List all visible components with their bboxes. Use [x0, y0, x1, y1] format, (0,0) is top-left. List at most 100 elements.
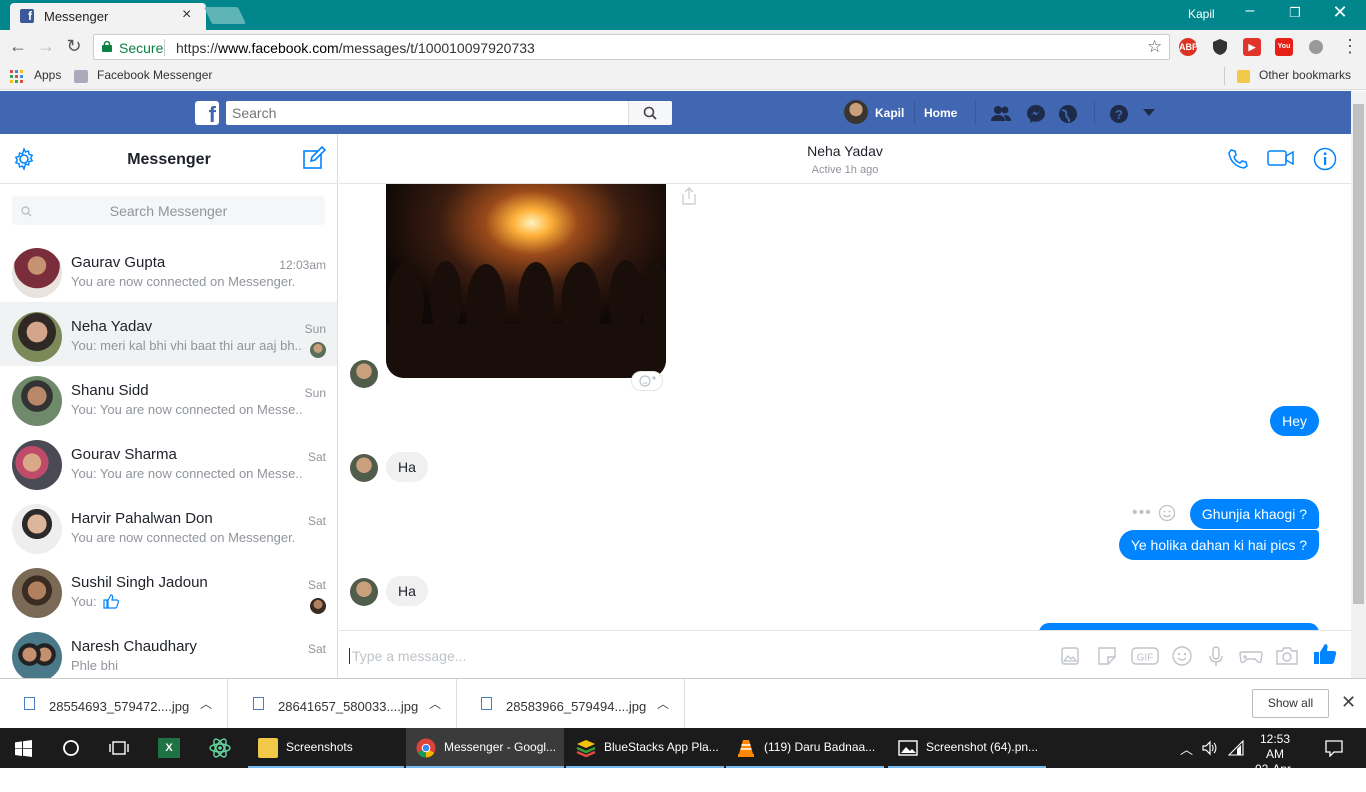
volume-icon[interactable]: [1202, 740, 1218, 756]
share-icon[interactable]: [680, 186, 698, 206]
bookmark-other[interactable]: Other bookmarks: [1259, 68, 1351, 82]
outgoing-message[interactable]: Hey: [1270, 406, 1319, 436]
add-photo-icon[interactable]: [1059, 645, 1081, 667]
conversation-info-icon[interactable]: [1313, 147, 1337, 171]
wifi-icon[interactable]: [1228, 740, 1244, 756]
friend-requests-icon[interactable]: [990, 103, 1012, 125]
message-snippet: You are now connected on Messenger.: [71, 530, 296, 545]
chrome-menu-icon[interactable]: ⋮: [1339, 36, 1361, 57]
page-scrollbar-thumb[interactable]: [1353, 104, 1364, 604]
close-downloads-bar-icon[interactable]: ✕: [1341, 692, 1356, 713]
minimize-window-icon[interactable]: –: [1230, 2, 1270, 20]
outgoing-message[interactable]: Ye holika dahan ki hai pics ?: [1118, 530, 1319, 560]
reload-icon[interactable]: ↻: [63, 36, 85, 57]
taskbar-app-photos[interactable]: Screenshot (64).pn...: [888, 728, 1046, 768]
outgoing-message[interactable]: Ghunjia khaogi ?: [1189, 499, 1319, 529]
games-controller-icon[interactable]: [1239, 645, 1263, 667]
outgoing-message-partial[interactable]: [1039, 623, 1319, 630]
message-time: 12:03am: [279, 258, 326, 272]
download-item[interactable]: 28583966_579494....jpg ︿: [457, 679, 685, 729]
taskbar-app-bluestacks[interactable]: BlueStacks App Pla...: [566, 728, 724, 768]
conversation-item[interactable]: Neha Yadav You: meri kal bhi vhi baat th…: [0, 302, 337, 366]
taskbar-app-screenshots[interactable]: Screenshots: [248, 728, 404, 768]
compose-new-message-icon[interactable]: [302, 146, 326, 170]
bookmark-apps[interactable]: Apps: [34, 68, 61, 82]
show-all-downloads-button[interactable]: Show all: [1252, 689, 1329, 718]
show-hidden-icons-chevron-icon[interactable]: ︿: [1180, 739, 1193, 758]
chat-header: Neha Yadav Active 1h ago: [339, 134, 1351, 184]
conversation-item[interactable]: Gourav Sharma You: You are now connected…: [0, 430, 337, 494]
conversation-item[interactable]: Gaurav Gupta You are now connected on Me…: [0, 238, 337, 302]
conversation-item[interactable]: Sushil Singh Jadoun You: Sat: [0, 558, 337, 622]
message-actions-more-icon[interactable]: •••: [1132, 504, 1152, 522]
system-clock[interactable]: 12:53 AM 02-Apr-18: [1252, 732, 1298, 792]
facebook-search-input[interactable]: [226, 101, 672, 125]
message-input[interactable]: Type a message...: [349, 648, 466, 664]
chat-contact-name[interactable]: Neha Yadav: [339, 143, 1351, 159]
notifications-globe-icon[interactable]: [1057, 103, 1079, 125]
apps-grid-icon: [10, 70, 23, 83]
bookmark-facebook-messenger[interactable]: Facebook Messenger: [97, 68, 212, 82]
account-dropdown-icon[interactable]: [1143, 109, 1155, 117]
restore-window-icon[interactable]: ❐: [1275, 5, 1315, 21]
taskbar-app-vlc[interactable]: (119) Daru Badnaa...: [726, 728, 884, 768]
help-icon[interactable]: ?: [1108, 103, 1130, 125]
incoming-message[interactable]: Ha: [386, 576, 428, 606]
shared-photo-holika-dahan[interactable]: [386, 184, 666, 378]
conversation-item[interactable]: Shanu Sidd You: You are now connected on…: [0, 366, 337, 430]
forward-arrow-icon[interactable]: →: [35, 36, 57, 57]
new-tab-button[interactable]: [204, 7, 246, 24]
adblock-plus-icon[interactable]: ABP: [1179, 38, 1198, 56]
task-view-icon[interactable]: [108, 739, 130, 757]
emoji-icon[interactable]: [1171, 645, 1193, 667]
chevron-up-icon[interactable]: ︿: [200, 695, 212, 712]
clock-date: 02-Apr-18: [1254, 762, 1295, 791]
home-link[interactable]: Home: [924, 106, 957, 120]
image-file-icon: [24, 697, 35, 710]
chevron-up-icon[interactable]: ︿: [429, 695, 441, 712]
conversation-list-panel: Messenger Search Messenger Gaurav Gupta …: [0, 134, 338, 678]
user-avatar: [844, 100, 868, 124]
facebook-search-button[interactable]: [628, 101, 672, 125]
download-item[interactable]: 28641657_580033....jpg ︿: [229, 679, 457, 729]
message-thread: Hey Ha ••• Ghunjia khaogi ? Ye holika da…: [339, 184, 1351, 630]
download-item[interactable]: 28554693_579472....jpg ︿: [0, 679, 228, 729]
chevron-up-icon[interactable]: ︿: [657, 695, 669, 712]
atom-pinned-icon[interactable]: [208, 737, 232, 759]
sticker-icon[interactable]: [1096, 645, 1118, 667]
clock-time: 12:53 AM: [1259, 732, 1291, 761]
facebook-logo-icon[interactable]: f: [195, 101, 219, 125]
cortana-search-icon[interactable]: [62, 739, 80, 757]
conversation-item[interactable]: Naresh Chaudhary Phle bhi Sat: [0, 622, 337, 678]
message-time: Sun: [304, 386, 326, 400]
microphone-icon[interactable]: [1205, 645, 1227, 667]
youtube-extension-icon[interactable]: You: [1275, 38, 1293, 56]
messenger-icon[interactable]: [1025, 103, 1047, 125]
cloud-extension-icon[interactable]: [1307, 38, 1325, 56]
video-call-icon[interactable]: [1267, 149, 1295, 167]
voice-call-icon[interactable]: [1227, 148, 1249, 170]
add-reaction-button[interactable]: [631, 371, 663, 391]
excel-pinned-icon[interactable]: X: [158, 738, 180, 758]
address-bar[interactable]: Secure https://www.facebook.com/messages…: [93, 34, 1170, 60]
incoming-message[interactable]: Ha: [386, 452, 428, 482]
taskbar-app-chrome[interactable]: Messenger - Googl...: [406, 728, 564, 768]
url-text[interactable]: https://www.facebook.com/messages/t/1000…: [176, 40, 535, 56]
shield-extension-icon[interactable]: [1211, 38, 1229, 56]
close-window-icon[interactable]: ✕: [1320, 2, 1360, 23]
conversation-item[interactable]: Harvir Pahalwan Don You are now connecte…: [0, 494, 337, 558]
action-center-notifications-icon[interactable]: [1325, 739, 1343, 757]
browser-tab-messenger[interactable]: f Messenger ×: [10, 3, 206, 30]
messenger-bookmark-icon: [74, 70, 88, 83]
gif-icon[interactable]: GIF: [1131, 645, 1159, 667]
windows-start-icon[interactable]: [15, 740, 32, 757]
camera-icon[interactable]: [1275, 645, 1299, 667]
browser-profile-name[interactable]: Kapil: [1188, 7, 1215, 21]
react-emoji-icon[interactable]: [1158, 504, 1176, 522]
close-tab-icon[interactable]: ×: [182, 6, 191, 24]
bookmark-star-icon[interactable]: ☆: [1147, 37, 1162, 57]
video-extension-icon[interactable]: ▶: [1243, 38, 1261, 56]
back-arrow-icon[interactable]: ←: [7, 36, 29, 57]
like-thumbs-up-icon[interactable]: [1313, 642, 1337, 666]
search-messenger-field[interactable]: Search Messenger: [12, 196, 325, 225]
